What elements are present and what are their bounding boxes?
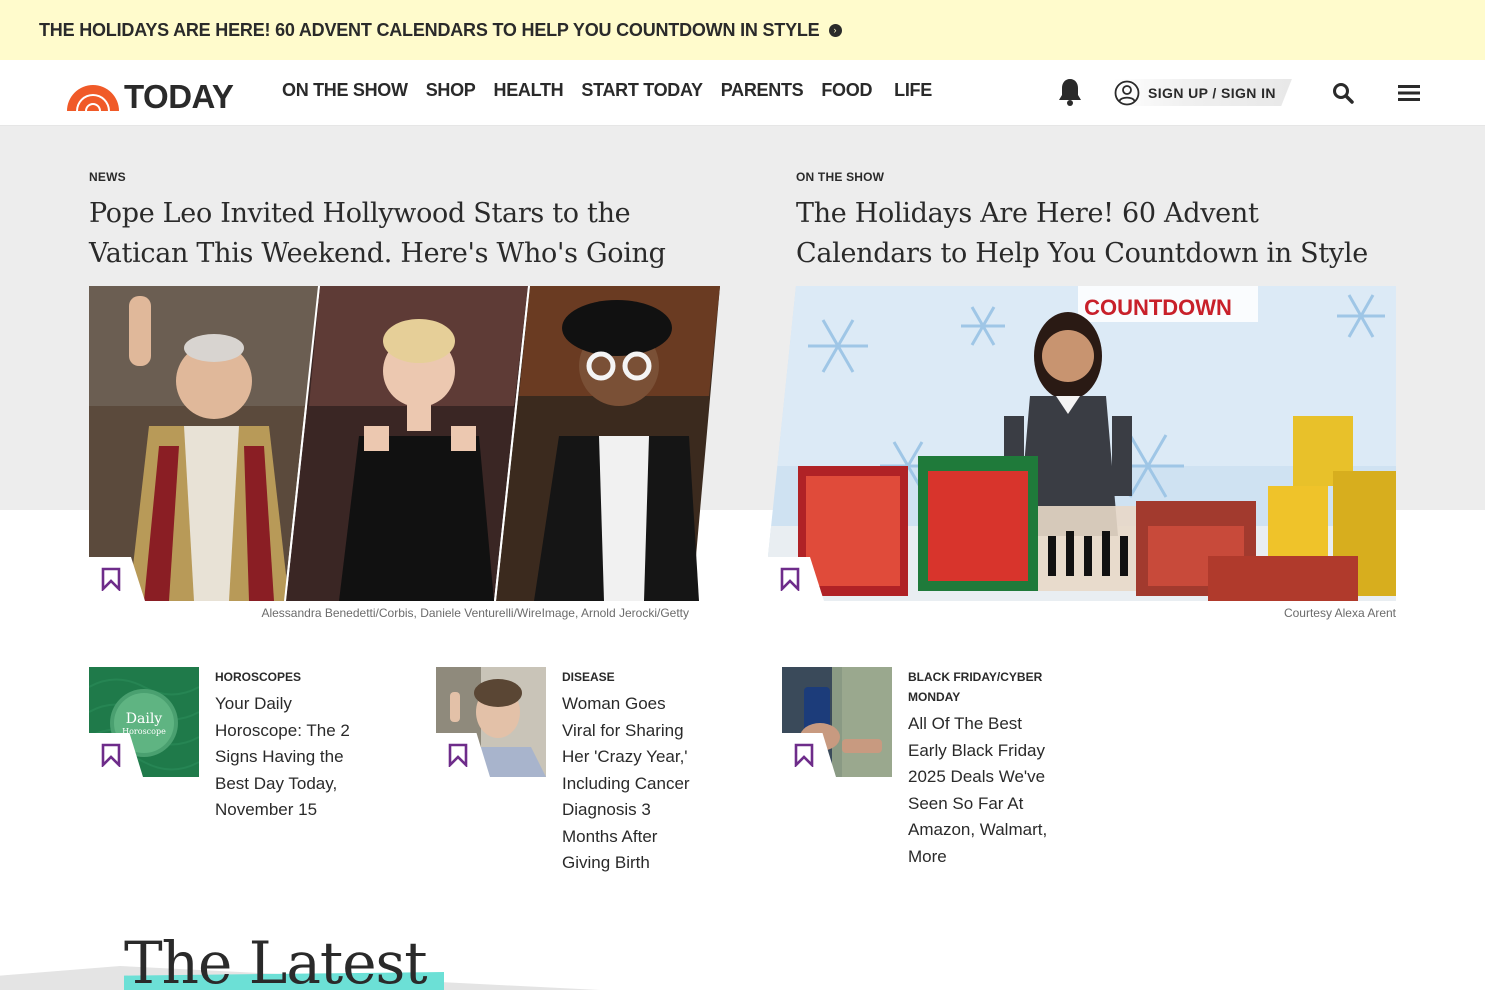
- sign-in-button[interactable]: SIGN UP / SIGN IN: [1114, 79, 1292, 106]
- nav-link-life[interactable]: LIFE: [894, 80, 932, 101]
- user-circle-icon: [1114, 80, 1140, 105]
- sign-in-label: SIGN UP / SIGN IN: [1148, 84, 1276, 101]
- chevron-right-icon: ›: [828, 23, 842, 37]
- card-3-title[interactable]: All Of The Best Early Black Friday 2025 …: [908, 711, 1048, 870]
- card-2-eyebrow[interactable]: DISEASE: [562, 667, 702, 687]
- hero-card-1[interactable]: NEWS Pope Leo Invited Hollywood Stars to…: [89, 170, 729, 274]
- nav-links: ON THE SHOW SHOP HEALTH START TODAY PARE…: [282, 80, 950, 101]
- promo-banner-text[interactable]: THE HOLIDAYS ARE HERE! 60 ADVENT CALENDA…: [39, 20, 820, 41]
- card-3-thumbnail[interactable]: [782, 667, 892, 777]
- latest-section-header: The Latest: [0, 930, 1485, 990]
- card-3-body: BLACK FRIDAY/CYBER MONDAY All Of The Bes…: [908, 667, 1048, 870]
- card-1-eyebrow[interactable]: HOROSCOPES: [215, 667, 355, 687]
- nav-link-start-today[interactable]: START TODAY: [581, 80, 703, 101]
- bookmark-icon: [780, 567, 800, 591]
- today-logo[interactable]: TODAY: [66, 78, 234, 116]
- hero-2-credit: Courtesy Alexa Arent: [1283, 606, 1396, 620]
- rainbow-logo-icon: [67, 85, 119, 111]
- hero-1-title[interactable]: Pope Leo Invited Hollywood Stars to the …: [89, 194, 729, 274]
- card-1-thumbnail[interactable]: Daily Horoscope: [89, 667, 199, 777]
- card-1-body: HOROSCOPES Your Daily Horoscope: The 2 S…: [215, 667, 355, 824]
- nav-link-food[interactable]: FOOD: [821, 80, 872, 101]
- hero-2-title[interactable]: The Holidays Are Here! 60 Advent Calenda…: [796, 194, 1396, 274]
- hero-1-photo: [89, 286, 720, 601]
- bookmark-icon: [448, 743, 468, 767]
- bookmark-icon: [794, 743, 814, 767]
- main-nav: TODAY ON THE SHOW SHOP HEALTH START TODA…: [0, 60, 1485, 126]
- nav-link-shop[interactable]: SHOP: [426, 80, 476, 101]
- story-card-1[interactable]: Daily Horoscope HOROSCOPES Your Daily Ho…: [89, 667, 369, 827]
- card-1-title[interactable]: Your Daily Horoscope: The 2 Signs Having…: [215, 691, 355, 824]
- hero-1-image[interactable]: [89, 286, 720, 601]
- nav-link-health[interactable]: HEALTH: [494, 80, 564, 101]
- card-2-title[interactable]: Woman Goes Viral for Sharing Her 'Crazy …: [562, 691, 702, 877]
- latest-title: The Latest: [124, 929, 428, 990]
- card-2-thumbnail[interactable]: [436, 667, 546, 777]
- thumb-daily-text: Daily: [126, 711, 163, 727]
- hero-2-eyebrow[interactable]: ON THE SHOW: [796, 170, 1396, 184]
- nav-link-on-the-show[interactable]: ON THE SHOW: [282, 80, 408, 101]
- story-card-3[interactable]: BLACK FRIDAY/CYBER MONDAY All Of The Bes…: [782, 667, 1062, 877]
- card-3-eyebrow[interactable]: BLACK FRIDAY/CYBER MONDAY: [908, 667, 1048, 707]
- holiday-countdown-sign: COUNTDOWN: [1084, 295, 1232, 320]
- story-card-2[interactable]: DISEASE Woman Goes Viral for Sharing Her…: [436, 667, 716, 877]
- hero-2-photo: COUNTDOWN: [768, 286, 1396, 601]
- bell-icon[interactable]: [1056, 77, 1084, 107]
- nav-link-parents[interactable]: PARENTS: [721, 80, 804, 101]
- hamburger-menu-icon[interactable]: [1398, 83, 1420, 103]
- search-icon[interactable]: [1332, 82, 1354, 104]
- logo-wordmark: TODAY: [124, 78, 234, 115]
- bookmark-icon: [101, 743, 121, 767]
- hero-card-2[interactable]: ON THE SHOW The Holidays Are Here! 60 Ad…: [796, 170, 1396, 274]
- promo-banner[interactable]: THE HOLIDAYS ARE HERE! 60 ADVENT CALENDA…: [0, 0, 1485, 60]
- hero-1-eyebrow[interactable]: NEWS: [89, 170, 729, 184]
- card-2-body: DISEASE Woman Goes Viral for Sharing Her…: [562, 667, 702, 877]
- hero-2-image[interactable]: COUNTDOWN: [768, 286, 1396, 601]
- bookmark-icon: [101, 567, 121, 591]
- hero-1-credit: Alessandra Benedetti/Corbis, Daniele Ven…: [261, 606, 689, 620]
